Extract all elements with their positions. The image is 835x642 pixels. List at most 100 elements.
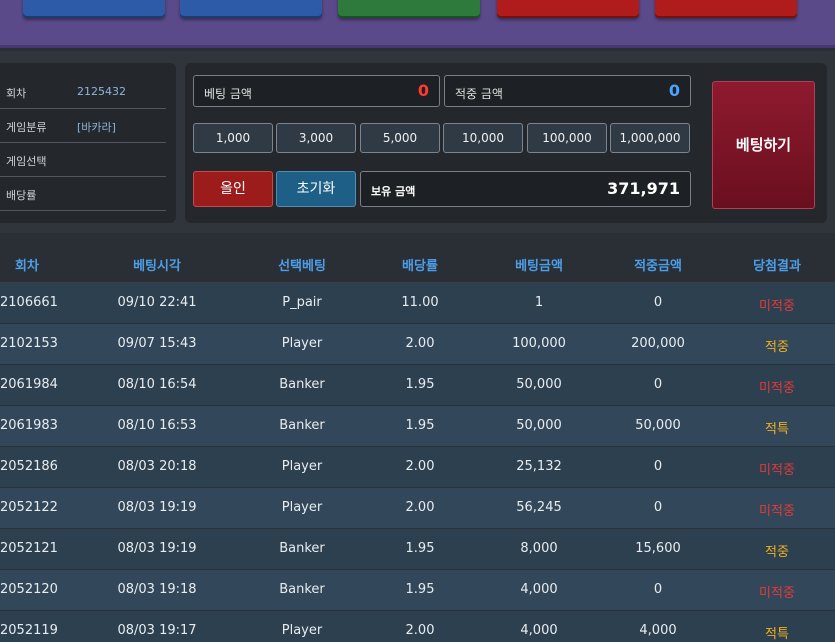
table-cell: 0	[653, 459, 663, 474]
table-cell: 15,600	[635, 541, 681, 556]
table-cell: 2061984	[0, 377, 58, 392]
chip-button-5000[interactable]: 5,000	[360, 123, 440, 153]
table-cell: 08/03 19:19	[117, 541, 197, 556]
top-nav-strip	[0, 0, 835, 48]
holding-amount-label: 보유 금액	[371, 185, 416, 198]
table-cell: 09/10 22:41	[117, 295, 197, 310]
info-key: 게임분류	[6, 121, 47, 134]
top-button-3[interactable]	[338, 0, 480, 18]
info-row-round: 회차 2125432	[0, 75, 166, 109]
table-cell: 2106661	[0, 295, 58, 310]
betting-panel: 회차 2125432 게임분류 [바카라] 게임선택 배당률 베팅 금액 0 적…	[0, 51, 835, 233]
column-header-result: 당첨결과	[753, 259, 801, 274]
chip-button-100000[interactable]: 100,000	[527, 123, 607, 153]
all-in-button[interactable]: 올인	[193, 171, 273, 207]
table-row: 2052121 08/03 19:19 Banker 1.95 8,000 15,600 적…	[0, 529, 835, 570]
table-cell: 미적중	[759, 586, 795, 601]
table-cell: 2052119	[0, 623, 58, 638]
column-header-round: 회차	[15, 259, 39, 274]
table-cell: 2052120	[0, 582, 58, 597]
round-info-box: 회차 2125432 게임분류 [바카라] 게임선택 배당률	[0, 63, 176, 223]
top-button-1[interactable]	[23, 0, 165, 18]
table-row: 2052120 08/03 19:18 Banker 1.95 4,000 0 미적중	[0, 570, 835, 611]
info-value: [바카라]	[77, 121, 116, 134]
table-cell: 2.00	[405, 459, 435, 474]
table-cell: 8,000	[520, 541, 558, 556]
info-key: 배당률	[6, 189, 37, 202]
win-amount-value: 0	[668, 81, 680, 100]
table-cell: 08/03 19:18	[117, 582, 197, 597]
column-header-bet: 베팅금액	[515, 259, 563, 274]
table-cell: 0	[653, 582, 663, 597]
bet-amount-value: 0	[417, 81, 429, 100]
info-key: 게임선택	[6, 155, 47, 168]
table-cell: 1	[534, 295, 544, 310]
table-cell: 1.95	[405, 541, 435, 556]
chip-button-3000[interactable]: 3,000	[276, 123, 356, 153]
info-row-game-select: 게임선택	[0, 143, 166, 177]
table-cell: 50,000	[516, 377, 562, 392]
table-cell: 0	[653, 377, 663, 392]
table-row: 2052122 08/03 19:19 Player 2.00 56,245 0 미적중	[0, 488, 835, 529]
table-cell: 적특	[765, 627, 789, 642]
table-cell: 미적중	[759, 504, 795, 519]
table-row: 2052186 08/03 20:18 Player 2.00 25,132 0 미적중	[0, 447, 835, 488]
chip-button-1000000[interactable]: 1,000,000	[610, 123, 690, 153]
win-amount-field: 적중 금액 0	[444, 75, 691, 107]
table-cell: 미적중	[759, 463, 795, 478]
table-cell: 적중	[765, 545, 789, 560]
table-cell: 56,245	[516, 500, 562, 515]
bet-controls-box: 베팅 금액 0 적중 금액 0 1,000 3,000 5,000 10,000…	[185, 63, 827, 223]
holding-amount-field: 보유 금액 371,971	[360, 171, 691, 207]
table-cell: 2052121	[0, 541, 58, 556]
top-button-2[interactable]	[180, 0, 322, 18]
table-cell: P_pair	[282, 295, 322, 310]
table-cell: 2.00	[405, 500, 435, 515]
table-cell: 적중	[765, 340, 789, 355]
place-bet-button[interactable]: 베팅하기	[712, 81, 815, 209]
table-cell: 2061983	[0, 418, 58, 433]
table-row: 2102153 09/07 15:43 Player 2.00 100,000 200,0…	[0, 324, 835, 365]
bet-amount-field: 베팅 금액 0	[193, 75, 440, 107]
table-cell: 2.00	[405, 623, 435, 638]
table-row: 2061983 08/10 16:53 Banker 1.95 50,000 50,000…	[0, 406, 835, 447]
table-cell: 1.95	[405, 377, 435, 392]
table-cell: 0	[653, 500, 663, 515]
table-cell: Banker	[279, 418, 325, 433]
table-row: 2106661 09/10 22:41 P_pair 11.00 1 0 미적중	[0, 283, 835, 324]
table-cell: 4,000	[520, 623, 558, 638]
table-cell: Banker	[279, 377, 325, 392]
table-cell: 200,000	[631, 336, 685, 351]
table-row: 2061984 08/10 16:54 Banker 1.95 50,000 0 미적중	[0, 365, 835, 406]
column-header-odds: 배당률	[402, 259, 438, 274]
table-cell: Player	[281, 623, 323, 638]
info-row-game-type: 게임분류 [바카라]	[0, 109, 166, 143]
holding-amount-value: 371,971	[607, 179, 680, 198]
table-cell: 2102153	[0, 336, 58, 351]
table-header: 회차 베팅시각 선택베팅 배당률 베팅금액 적중금액 당첨결과	[0, 243, 835, 283]
table-cell: 1.95	[405, 582, 435, 597]
bet-amount-label: 베팅 금액	[204, 87, 252, 101]
table-cell: 50,000	[516, 418, 562, 433]
win-amount-label: 적중 금액	[455, 87, 503, 101]
chip-button-10000[interactable]: 10,000	[443, 123, 523, 153]
table-cell: 08/03 20:18	[117, 459, 197, 474]
top-button-5[interactable]	[655, 0, 797, 18]
table-cell: Player	[281, 500, 323, 515]
info-key: 회차	[6, 87, 27, 100]
table-cell: 100,000	[512, 336, 566, 351]
table-cell: 4,000	[639, 623, 677, 638]
table-cell: 09/07 15:43	[117, 336, 197, 351]
table-cell: 08/03 19:17	[117, 623, 197, 638]
table-cell: 적특	[765, 422, 789, 437]
table-cell: 50,000	[635, 418, 681, 433]
column-header-win: 적중금액	[634, 259, 682, 274]
table-cell: 4,000	[520, 582, 558, 597]
table-cell: 2052186	[0, 459, 58, 474]
top-button-4[interactable]	[497, 0, 639, 18]
table-cell: 미적중	[759, 381, 795, 396]
table-cell: 1.95	[405, 418, 435, 433]
chip-button-1000[interactable]: 1,000	[193, 123, 273, 153]
reset-button[interactable]: 초기화	[276, 171, 356, 207]
table-cell: Banker	[279, 541, 325, 556]
